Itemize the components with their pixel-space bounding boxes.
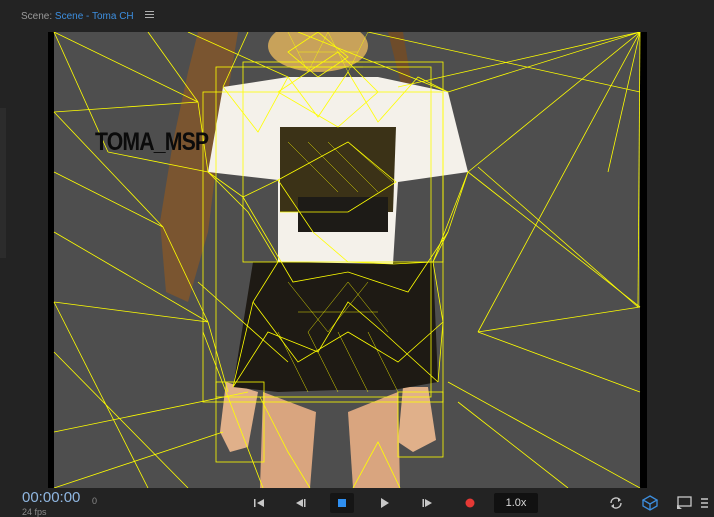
step-forward-button[interactable]	[415, 493, 439, 513]
frame-number: 0	[92, 496, 98, 506]
panel-menu-icon[interactable]	[145, 11, 154, 19]
scene-viewport[interactable]: TOMA_MSP	[48, 32, 647, 488]
play-icon	[381, 498, 389, 508]
playback-speed-select[interactable]: 1.0x	[494, 493, 538, 513]
camera-view-icon	[642, 495, 658, 511]
more-icon	[701, 498, 708, 508]
stop-button[interactable]	[330, 493, 354, 513]
timecode[interactable]: 00:00:00	[22, 489, 80, 506]
more-options-button[interactable]	[700, 493, 714, 513]
play-button[interactable]	[373, 493, 397, 513]
scene-panel-header: Scene: Scene - Toma CH	[0, 0, 714, 32]
cast-screen-button[interactable]	[672, 493, 696, 513]
step-back-icon	[296, 499, 306, 507]
camera-view-button[interactable]	[638, 493, 662, 513]
cast-screen-icon	[677, 496, 692, 509]
record-button[interactable]	[458, 493, 482, 513]
left-panel-edge	[0, 108, 6, 258]
stop-icon	[338, 499, 346, 507]
skip-to-start-button[interactable]	[247, 493, 271, 513]
skip-to-start-icon	[254, 499, 264, 507]
loop-icon	[610, 497, 622, 509]
shirt-text-block	[298, 197, 388, 232]
scene-title: Scene: Scene - Toma CH	[21, 11, 134, 22]
scene-label: Scene:	[21, 11, 53, 22]
viewport-watermark-text: TOMA_MSP	[95, 128, 209, 156]
step-back-button[interactable]	[289, 493, 313, 513]
loop-button[interactable]	[604, 493, 628, 513]
viewport-render	[53, 32, 641, 488]
record-icon	[465, 498, 475, 508]
step-forward-icon	[422, 499, 432, 507]
skirt	[233, 262, 438, 392]
scene-name[interactable]: Scene - Toma CH	[55, 11, 134, 22]
